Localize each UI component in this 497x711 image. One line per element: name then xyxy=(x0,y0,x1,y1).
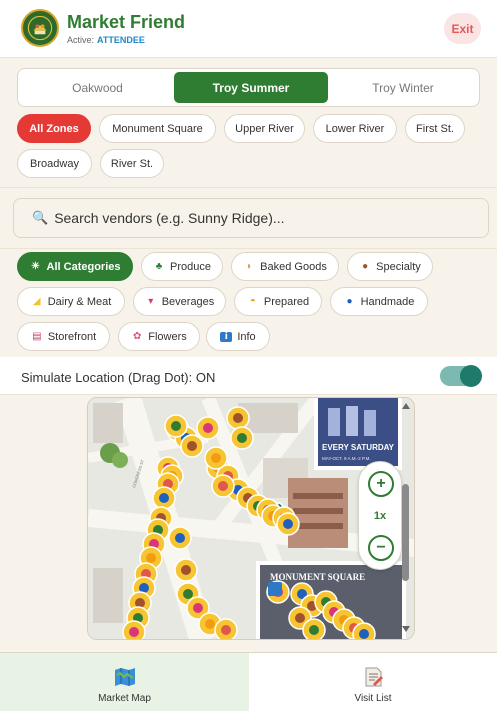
info-icon: i xyxy=(220,331,233,342)
vendor-marker-icon xyxy=(218,481,228,491)
vendor-marker-icon xyxy=(359,629,369,639)
sun-icon: ☀ xyxy=(31,261,40,272)
info-marker[interactable] xyxy=(268,582,282,596)
vendor-marker-icon xyxy=(175,533,185,543)
list-icon xyxy=(365,667,383,687)
market-tab-troy-summer[interactable]: Troy Summer xyxy=(174,72,328,103)
vendor-marker-icon xyxy=(211,453,221,463)
market-selector: Oakwood Troy Summer Troy Winter xyxy=(17,68,480,107)
flower-icon: ✿ xyxy=(133,331,142,342)
vendor-marker-icon xyxy=(283,519,293,529)
scroll-thumb[interactable] xyxy=(402,484,409,581)
scroll-down-arrow[interactable] xyxy=(402,626,410,632)
vendor-marker-icon xyxy=(187,441,197,451)
poster-title: EVERY SATURDAY xyxy=(322,443,395,452)
poster-subtitle: MAY-OCT. 9 A.M.-2 P.M. xyxy=(322,456,371,461)
map-icon xyxy=(114,668,135,686)
vendor-marker-icon xyxy=(181,565,191,575)
map-scrollbar[interactable] xyxy=(400,399,413,636)
simulate-location-row: Simulate Location (Drag Dot): ON xyxy=(0,357,497,395)
simulate-location-toggle[interactable] xyxy=(440,365,482,387)
vendor-marker-icon xyxy=(205,619,215,629)
store-icon: ▤ xyxy=(32,331,42,342)
vendor-marker-icon xyxy=(183,589,193,599)
nav-visit-list[interactable]: Visit List xyxy=(249,653,497,711)
bread-icon: ◗ xyxy=(246,261,253,272)
vendor-marker-icon xyxy=(233,413,243,423)
vendor-marker-icon xyxy=(171,421,181,431)
market-tab-troy-winter[interactable]: Troy Winter xyxy=(328,72,478,103)
bottom-nav: Market Map Visit List xyxy=(0,652,497,711)
broccoli-icon: ♣ xyxy=(155,261,163,272)
zone-chip-upper-river[interactable]: Upper River xyxy=(224,114,305,143)
zoom-in-button[interactable]: + xyxy=(368,471,394,497)
divider xyxy=(0,187,497,188)
jar-icon: ● xyxy=(362,261,369,272)
cheese-icon: ◢ xyxy=(32,296,41,307)
zone-chip-river-st[interactable]: River St. xyxy=(100,149,164,178)
category-chip-handmade[interactable]: ● Handmade xyxy=(330,287,428,316)
zoom-control: + 1x − xyxy=(358,461,402,570)
vendor-search-input[interactable]: 🔍 Search vendors (e.g. Sunny Ridge)... xyxy=(13,198,489,238)
yarn-icon: ● xyxy=(346,296,353,307)
app-logo xyxy=(21,9,59,47)
vendor-marker-icon xyxy=(203,423,213,433)
vendor-marker-icon xyxy=(221,625,231,635)
vendor-marker-icon xyxy=(129,627,139,637)
vendor-marker-icon xyxy=(309,625,319,635)
map-section: EVERY SATURDAY MAY-OCT. 9 A.M.-2 P.M. MO… xyxy=(0,395,497,652)
active-status: Active: ATTENDEE xyxy=(67,35,145,45)
exit-button[interactable]: Exit xyxy=(444,13,481,44)
search-placeholder: Search vendors (e.g. Sunny Ridge)... xyxy=(54,210,285,226)
zone-chip-all[interactable]: All Zones xyxy=(17,114,91,143)
category-chip-produce[interactable]: ♣ Produce xyxy=(141,252,223,281)
food-icon: ◓ xyxy=(249,296,256,307)
vendor-marker-icon xyxy=(193,603,203,613)
scroll-up-arrow[interactable] xyxy=(402,403,410,409)
market-tab-oakwood[interactable]: Oakwood xyxy=(21,72,174,103)
nav-visit-list-label: Visit List xyxy=(354,693,392,704)
vendor-marker-icon xyxy=(146,553,156,563)
active-role: ATTENDEE xyxy=(97,35,145,45)
category-chip-all[interactable]: ☀ All Categories xyxy=(17,252,133,281)
vendor-marker-icon xyxy=(237,433,247,443)
category-chip-flowers[interactable]: ✿ Flowers xyxy=(118,322,200,351)
category-chip-prepared[interactable]: ◓ Prepared xyxy=(234,287,322,316)
nav-market-map-label: Market Map xyxy=(98,693,151,704)
zone-chip-monument-square[interactable]: Monument Square xyxy=(99,114,216,143)
divider xyxy=(0,248,497,249)
category-chip-beverages[interactable]: ▾ Beverages xyxy=(133,287,226,316)
category-chip-baked-goods[interactable]: ◗ Baked Goods xyxy=(231,252,339,281)
category-chip-dairy-meat[interactable]: ◢ Dairy & Meat xyxy=(17,287,125,316)
simulate-location-label: Simulate Location (Drag Dot): ON xyxy=(21,370,216,385)
category-chip-info[interactable]: i Info xyxy=(206,322,270,351)
drink-icon: ▾ xyxy=(148,296,154,307)
app-header: Market Friend Active: ATTENDEE Exit xyxy=(0,0,497,58)
category-chip-storefront[interactable]: ▤ Storefront xyxy=(17,322,110,351)
monument-sign-title: MONUMENT SQUARE xyxy=(270,572,365,582)
search-icon: 🔍 xyxy=(32,210,49,225)
zone-chip-first-st[interactable]: First St. xyxy=(405,114,465,143)
nav-market-map[interactable]: Market Map xyxy=(0,653,249,711)
zoom-out-button[interactable]: − xyxy=(368,535,394,561)
zone-chip-lower-river[interactable]: Lower River xyxy=(313,114,397,143)
zone-chip-broadway[interactable]: Broadway xyxy=(17,149,92,178)
active-status-label: Active: xyxy=(67,35,95,45)
toggle-knob xyxy=(460,365,482,387)
zoom-level: 1x xyxy=(373,510,387,522)
vendor-marker-icon xyxy=(295,613,305,623)
category-chip-specialty[interactable]: ● Specialty xyxy=(347,252,433,281)
vendor-marker-icon xyxy=(159,493,169,503)
app-title: Market Friend xyxy=(67,12,186,32)
